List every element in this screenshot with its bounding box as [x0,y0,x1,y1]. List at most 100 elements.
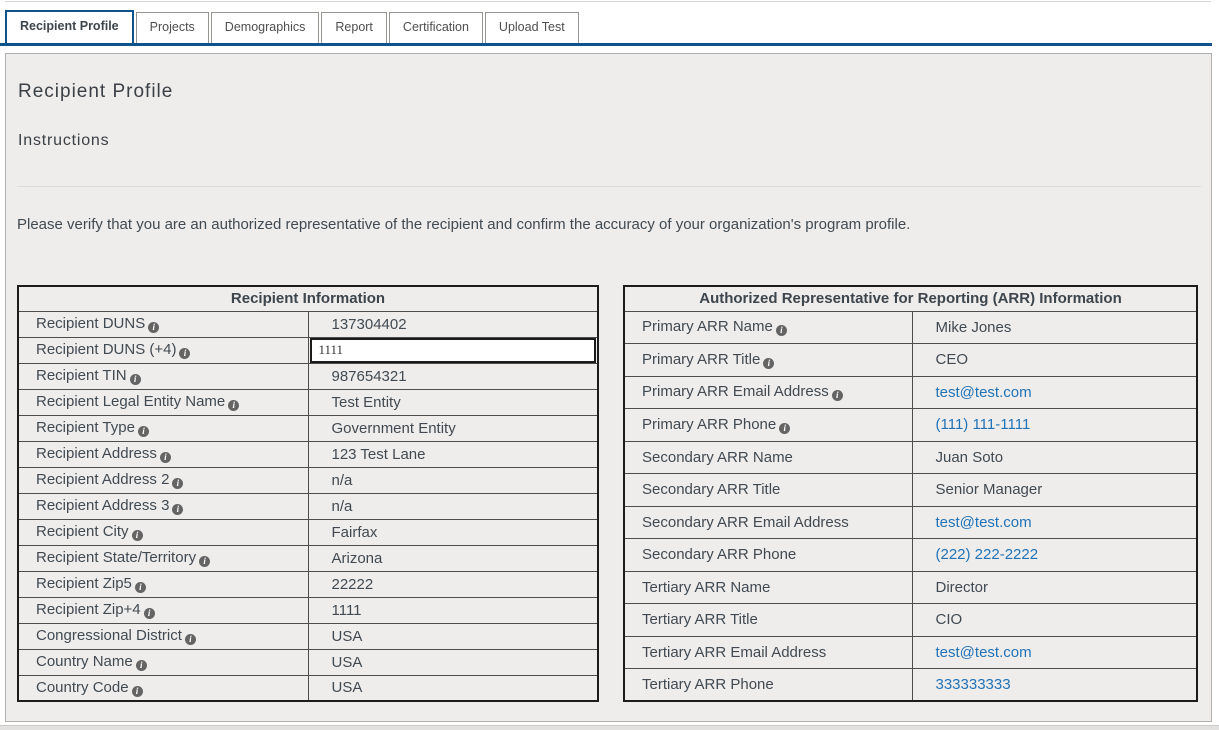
row-label: Recipient Cityi [18,519,308,545]
tab-certification[interactable]: Certification [389,12,483,43]
row-value-link[interactable]: (111) 111-1111 [936,416,1031,433]
tab-recipient-profile[interactable]: Recipient Profile [5,10,134,43]
info-icon[interactable]: i [172,504,183,515]
row-label: Primary ARR Email Addressi [624,376,912,409]
row-label: Recipient Zip+4i [18,597,308,623]
row-label: Secondary ARR Phone [624,539,912,572]
row-label-text: Secondary ARR Name [642,449,793,466]
table-row: Secondary ARR TitleSenior Manager [624,474,1197,507]
row-label-text: Primary ARR Phone [642,416,776,433]
row-label-text: Recipient DUNS [36,315,145,332]
row-label: Tertiary ARR Email Address [624,636,912,669]
row-label: Primary ARR Phonei [624,409,912,442]
row-label-text: Country Name [36,653,133,670]
info-icon[interactable]: i [144,608,155,619]
row-label-text: Secondary ARR Phone [642,546,796,563]
row-value: Director [912,571,1197,604]
row-label: Secondary ARR Email Address [624,506,912,539]
recipient-duns-plus4-input[interactable] [310,338,597,363]
row-value: n/a [308,493,598,519]
recipient-information-table: Recipient Information Recipient DUNSi137… [17,285,599,702]
recipient-table-body: Recipient DUNSi137304402Recipient DUNS (… [18,311,598,701]
info-icon[interactable]: i [135,582,146,593]
table-row: Primary ARR Phonei (111) 111-1111 [624,409,1197,442]
info-icon[interactable]: i [136,660,147,671]
table-row: Recipient CityiFairfax [18,519,598,545]
row-value: USA [308,675,598,701]
row-label-text: Recipient Address 3 [36,497,169,514]
info-icon[interactable]: i [148,322,159,333]
row-label-text: Primary ARR Title [642,351,760,368]
page-title: Recipient Profile [18,81,173,103]
row-label: Recipient Address 3i [18,493,308,519]
tab-projects[interactable]: Projects [136,12,209,43]
table-row: Country NameiUSA [18,649,598,675]
row-label-text: Recipient State/Territory [36,549,196,566]
table-row: Recipient DUNS (+4)i [18,337,598,363]
top-divider [5,1,1211,2]
info-icon[interactable]: i [185,634,196,645]
footer-band [0,725,1219,730]
info-icon[interactable]: i [763,358,774,369]
row-label: Secondary ARR Title [624,474,912,507]
info-icon[interactable]: i [172,478,183,489]
info-icon[interactable]: i [199,556,210,567]
info-icon[interactable]: i [179,348,190,359]
row-value-link[interactable]: test@test.com [936,514,1032,531]
row-label-text: Recipient DUNS (+4) [36,341,176,358]
table-row: Secondary ARR Name Juan Soto [624,441,1197,474]
row-value: Test Entity [308,389,598,415]
row-value: Mike Jones [912,311,1197,344]
row-label-text: Recipient Address [36,445,157,462]
arr-table-title: Authorized Representative for Reporting … [624,286,1197,311]
info-icon[interactable]: i [132,686,143,697]
row-value-link[interactable]: test@test.com [936,644,1032,661]
row-label: Primary ARR Titlei [624,344,912,377]
row-label: Recipient Zip5i [18,571,308,597]
table-row: Recipient Zip+4i1111 [18,597,598,623]
tab-upload-test[interactable]: Upload Test [485,12,579,43]
instruction-text: Please verify that you are an authorized… [17,216,1197,233]
row-value: Arizona [308,545,598,571]
table-row: Tertiary ARR Phone 333333333 [624,669,1197,702]
table-row: Recipient State/Territoryi Arizona [18,545,598,571]
row-value-link[interactable]: 333333333 [936,676,1011,693]
info-icon[interactable]: i [138,426,149,437]
row-label-text: Recipient Zip+4 [36,601,141,618]
row-label-text: Recipient Type [36,419,135,436]
row-label-text: Secondary ARR Title [642,481,780,498]
tab-demographics[interactable]: Demographics [211,12,320,43]
row-label-text: Recipient City [36,523,129,540]
row-label: Tertiary ARR Title [624,604,912,637]
info-icon[interactable]: i [776,325,787,336]
info-icon[interactable]: i [130,374,141,385]
info-icon[interactable]: i [779,423,790,434]
info-icon[interactable]: i [160,452,171,463]
content-panel: Recipient Profile Instructions Please ve… [5,53,1212,722]
row-label: Primary ARR Namei [624,311,912,344]
info-icon[interactable]: i [228,400,239,411]
tab-report[interactable]: Report [321,12,387,43]
row-label-text: Country Code [36,679,129,696]
table-row: Tertiary ARR TitleCIO [624,604,1197,637]
row-value: CIO [912,604,1197,637]
row-label: Secondary ARR Name [624,441,912,474]
table-row: Recipient Zip5i22222 [18,571,598,597]
row-label: Recipient DUNS (+4)i [18,337,308,363]
row-label: Recipient DUNSi [18,311,308,337]
row-label: Country Codei [18,675,308,701]
row-label-text: Tertiary ARR Phone [642,676,774,693]
info-icon[interactable]: i [832,390,843,401]
row-value-link[interactable]: (222) 222-2222 [936,546,1039,563]
row-label-text: Recipient TIN [36,367,127,384]
row-value-link[interactable]: test@test.com [936,384,1032,401]
row-value: Fairfax [308,519,598,545]
recipient-table-title: Recipient Information [18,286,598,311]
info-icon[interactable]: i [132,530,143,541]
row-label: Recipient Typei [18,415,308,441]
row-label: Country Namei [18,649,308,675]
row-value: 137304402 [308,311,598,337]
row-value: 22222 [308,571,598,597]
table-row: Country CodeiUSA [18,675,598,701]
row-value: Juan Soto [912,441,1197,474]
